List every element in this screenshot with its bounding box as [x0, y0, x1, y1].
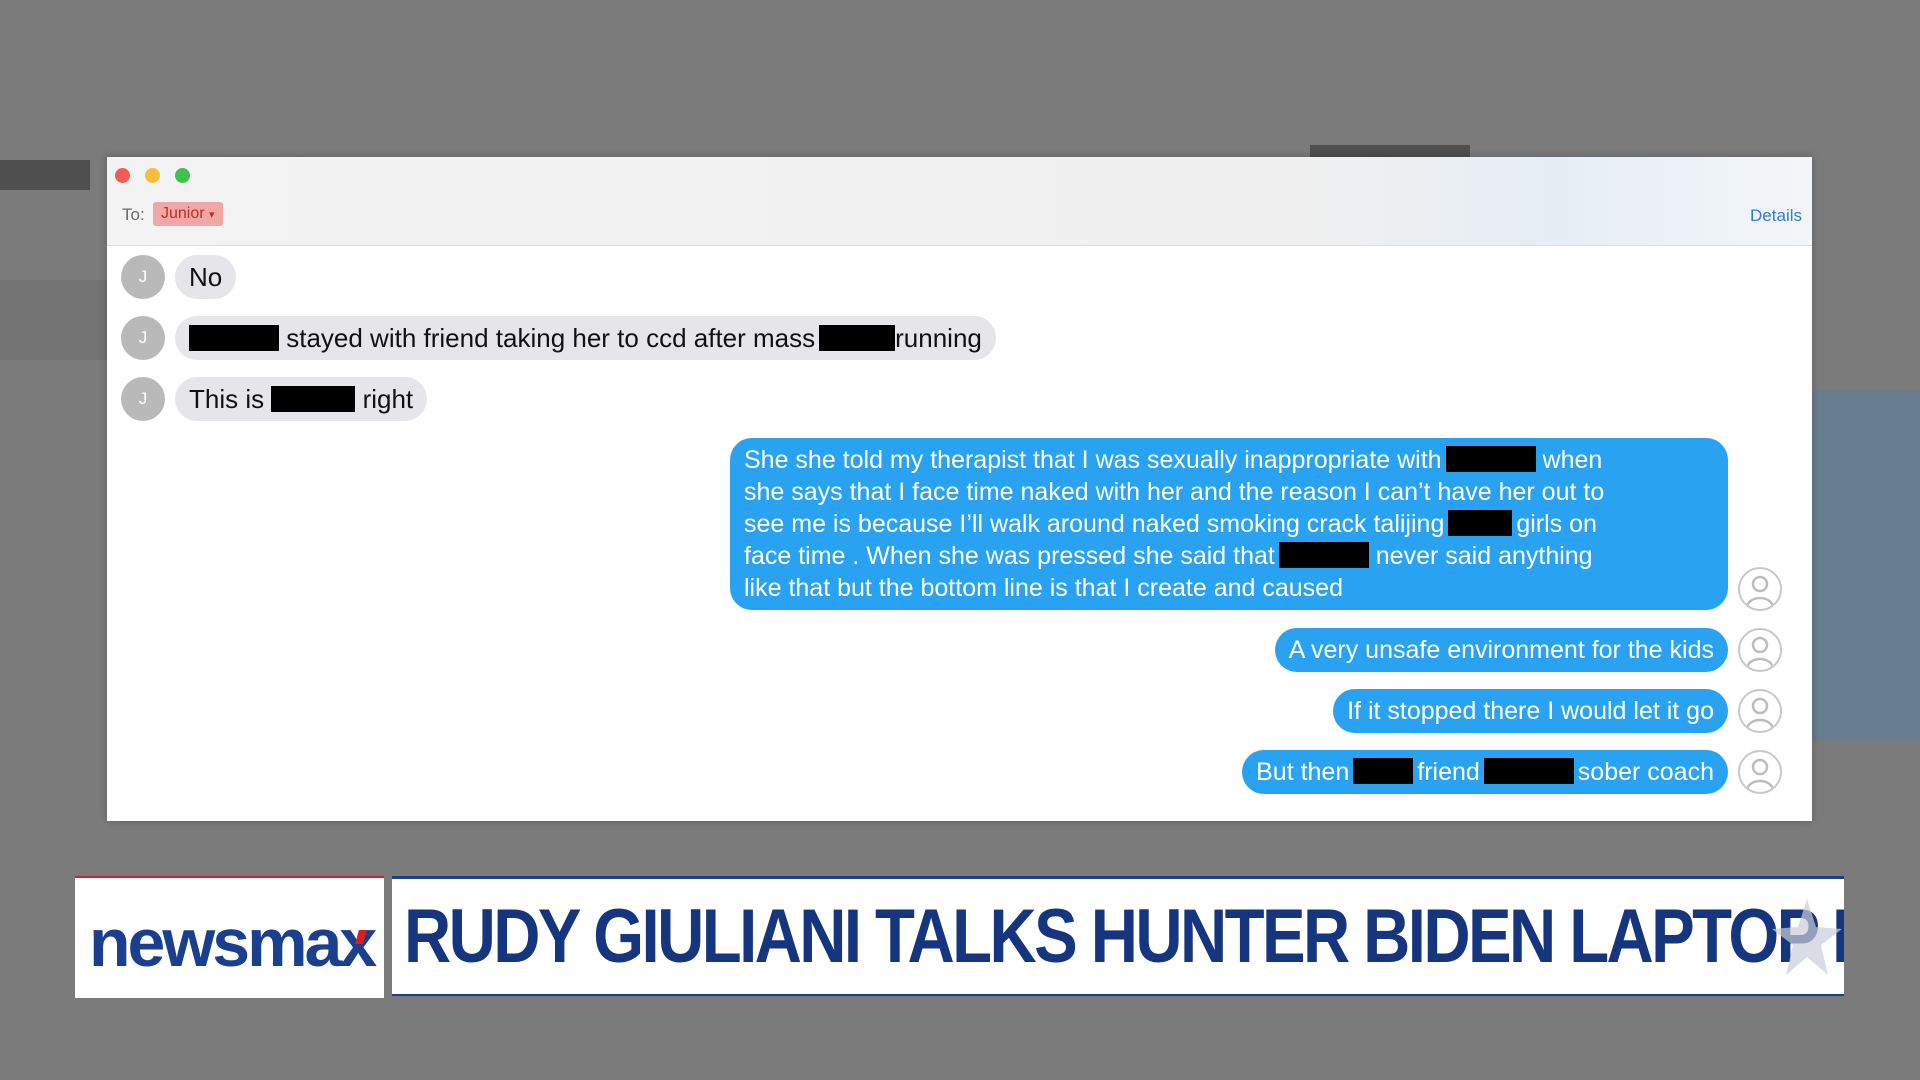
background-blur [0, 280, 107, 360]
redaction-bar [1353, 758, 1414, 784]
recipient-name: Junior [161, 205, 205, 222]
user-avatar-icon [1738, 750, 1782, 794]
message-text: face time . When she was pressed she sai… [744, 542, 1275, 570]
message-text: But then [1256, 758, 1350, 786]
message-text: No [189, 262, 223, 292]
chyron-banner: RUDY GIULIANI TALKS HUNTER BIDEN LAPTOP … [392, 876, 1844, 996]
redaction-bar [1483, 758, 1574, 784]
zoom-window-button[interactable] [175, 168, 190, 183]
background-blur [1310, 145, 1470, 157]
outgoing-bubble[interactable]: If it stopped there I would let it go [1333, 689, 1728, 733]
redaction-bar [819, 325, 896, 351]
message-text: when [1535, 446, 1603, 474]
background-blur [0, 160, 90, 190]
message-text: like that but the bottom line is that I … [744, 574, 1343, 602]
message-text: never said anything [1368, 542, 1593, 570]
window-titlebar: To: Junior ▾ Details [107, 157, 1812, 246]
message-line: face time . When she was pressed she sai… [744, 540, 1714, 572]
chyron-headline: RUDY GIULIANI TALKS HUNTER BIDEN LAPTOP … [404, 894, 1844, 979]
message-line: like that but the bottom line is that I … [744, 572, 1714, 604]
redaction-bar [1445, 446, 1536, 472]
conversation-transcript: J No J stayed with friend taking her to … [107, 245, 1812, 821]
message-line: see me is because I’ll walk around naked… [744, 508, 1714, 540]
message-text: see me is because I’ll walk around naked… [744, 510, 1445, 538]
message-text: friend [1417, 758, 1480, 786]
incoming-bubble[interactable]: No [175, 255, 237, 299]
redaction-bar [189, 325, 279, 351]
outgoing-bubble[interactable]: But then friend sober coach [1242, 750, 1728, 794]
message-text: This is [189, 384, 272, 414]
outgoing-bubble[interactable]: A very unsafe environment for the kids [1274, 628, 1728, 672]
network-logo: newsmax [75, 876, 384, 998]
logo-wordmark: newsmax [89, 905, 377, 981]
contact-avatar: J [121, 377, 165, 421]
contact-avatar: J [121, 255, 165, 299]
to-label: To: [122, 205, 145, 224]
message-text: running [895, 323, 982, 353]
chevron-down-icon: ▾ [209, 209, 215, 221]
user-avatar-icon [1738, 567, 1782, 611]
user-avatar-icon [1738, 689, 1782, 733]
redaction-bar [1448, 510, 1513, 536]
message-text: stayed with friend taking her to ccd aft… [279, 323, 816, 353]
redaction-bar [271, 386, 356, 412]
message-text: She she told my therapist that I was sex… [744, 446, 1442, 474]
background-blur [1812, 390, 1920, 740]
recipient-chip[interactable]: Junior ▾ [153, 202, 223, 226]
message-text: she says that I face time naked with her… [744, 478, 1605, 506]
minimize-window-button[interactable] [145, 168, 160, 183]
message-text: sober coach [1577, 758, 1714, 786]
outgoing-bubble[interactable]: She she told my therapist that I was sex… [730, 438, 1728, 610]
contact-avatar: J [121, 316, 165, 360]
incoming-bubble[interactable]: This is right [175, 377, 428, 421]
details-link[interactable]: Details [1750, 206, 1802, 226]
message-line: She she told my therapist that I was sex… [744, 444, 1714, 476]
message-text: If it stopped there I would let it go [1347, 697, 1714, 725]
messages-window: To: Junior ▾ Details J No J stayed with … [107, 157, 1812, 821]
message-text: girls on [1516, 510, 1597, 538]
redaction-bar [1278, 542, 1369, 568]
user-avatar-icon [1738, 628, 1782, 672]
message-text: right [355, 384, 414, 414]
close-window-button[interactable] [115, 168, 130, 183]
message-line: she says that I face time naked with her… [744, 476, 1714, 508]
incoming-bubble[interactable]: stayed with friend taking her to ccd aft… [175, 316, 996, 360]
star-icon [1772, 899, 1842, 975]
message-text: A very unsafe environment for the kids [1288, 636, 1714, 664]
